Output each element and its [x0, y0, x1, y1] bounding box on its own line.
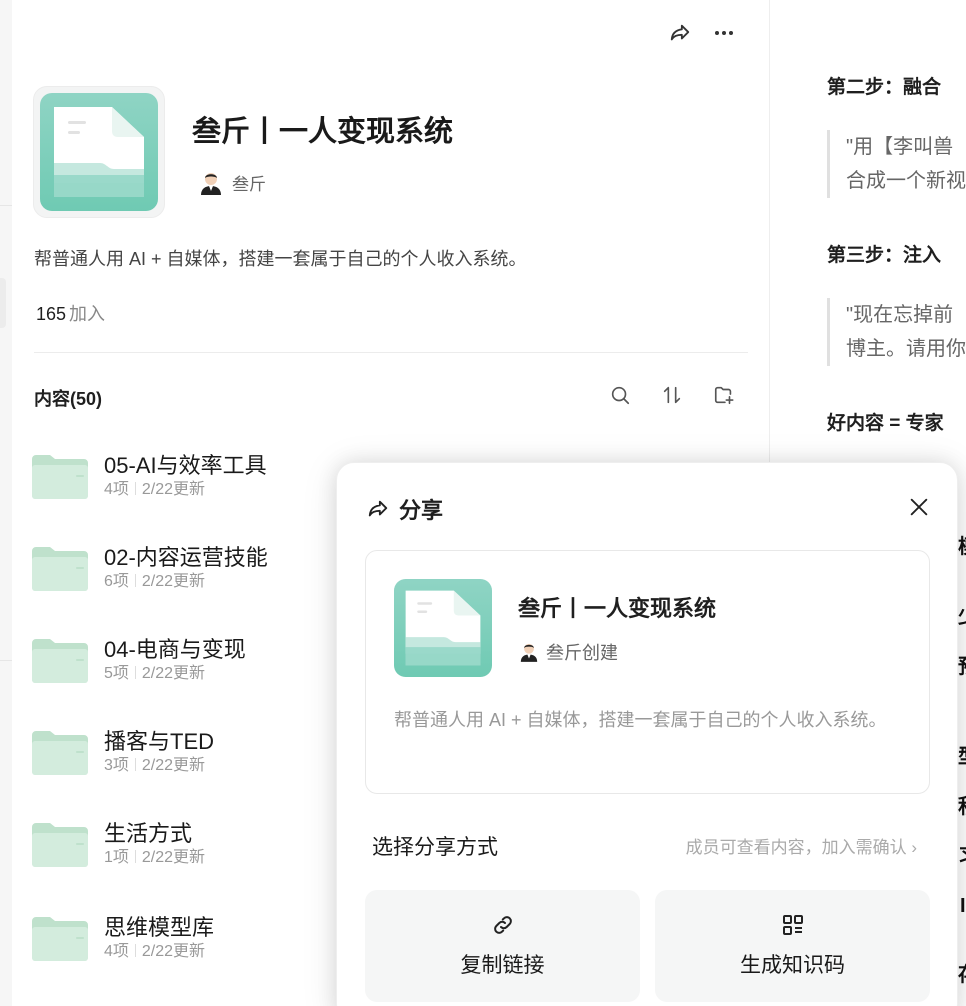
content-tools — [607, 382, 737, 408]
share-method-label: 选择分享方式 — [372, 836, 498, 859]
list-item[interactable]: 思维模型库 4项 2/22更新 — [32, 914, 214, 962]
article-text-fragment: 预 — [958, 650, 966, 679]
article-text-fragment: 模 — [958, 530, 966, 559]
article-text-fragment: 存 — [958, 958, 966, 987]
list-item[interactable]: 05-AI与效率工具 4项 2/22更新 — [32, 452, 267, 500]
generate-code-button[interactable]: 生成知识码 — [655, 890, 930, 1002]
folder-icon — [32, 731, 88, 775]
article-step-heading: 第三步：注入 — [827, 245, 942, 266]
article-step-heading: 第二步：融合 — [827, 77, 942, 98]
folder-icon — [32, 823, 88, 867]
share-icon[interactable] — [667, 20, 693, 46]
group-description: 帮普通人用 AI + 自媒体，搭建一套属于自己的个人收入系统。 — [34, 249, 527, 269]
qr-code-icon — [782, 915, 803, 935]
top-toolbar — [667, 20, 737, 46]
content-heading: 内容(50) — [34, 389, 103, 409]
share-dialog-header: 分享 — [367, 493, 443, 525]
folder-meta: 5项 2/22更新 — [104, 665, 206, 682]
article-text-fragment: I — [960, 895, 966, 917]
article-text-fragment: 习 — [958, 840, 966, 869]
folder-name: 05-AI与效率工具 — [104, 453, 267, 478]
folder-icon — [32, 639, 88, 683]
article-quote: "用【李叫兽 合成一个新视 — [827, 130, 966, 198]
group-title: 叁斤丨一人变现系统 — [192, 116, 454, 148]
folder-meta: 6项 2/22更新 — [104, 573, 206, 590]
sidebar-divider — [0, 205, 12, 206]
link-icon — [493, 916, 512, 934]
article-formula: 好内容 = 专家 — [827, 413, 944, 434]
close-icon[interactable] — [905, 493, 933, 521]
folder-icon — [32, 917, 88, 961]
list-item[interactable]: 播客与TED 3项 2/22更新 — [32, 728, 214, 776]
group-creator[interactable]: 叁斤 — [200, 170, 266, 195]
search-icon[interactable] — [607, 382, 633, 408]
creator-name: 叁斤 — [232, 175, 266, 194]
sidebar-divider — [0, 660, 12, 661]
folder-meta: 4项 2/22更新 — [104, 481, 206, 498]
member-count-label: 加入 — [69, 304, 106, 324]
folder-name: 02-内容运营技能 — [104, 545, 268, 570]
avatar — [201, 172, 221, 195]
share-dialog-title: 分享 — [399, 498, 444, 523]
folder-name: 生活方式 — [104, 821, 193, 846]
member-count-value: 165 — [36, 304, 67, 324]
list-item[interactable]: 04-电商与变现 5项 2/22更新 — [32, 636, 246, 684]
new-folder-icon[interactable] — [711, 382, 737, 408]
folder-meta: 4项 2/22更新 — [104, 943, 206, 960]
more-icon[interactable] — [711, 20, 737, 46]
article-text-fragment: 积 — [958, 790, 966, 819]
article-quote: "现在忘掉前 博主。请用你 — [827, 298, 966, 366]
share-card-description: 帮普通人用 AI + 自媒体，搭建一套属于自己的个人收入系统。 — [394, 710, 887, 730]
share-preview-card: 叁斤丨一人变现系统 叁斤创建 帮普通人用 AI + 自媒体，搭建一套属于自己的个… — [365, 550, 930, 794]
list-item[interactable]: 02-内容运营技能 6项 2/22更新 — [32, 544, 268, 592]
share-card-creator: 叁斤创建 — [520, 639, 618, 665]
folder-icon — [32, 547, 88, 591]
share-icon — [368, 500, 388, 517]
share-card-creator-name: 叁斤创建 — [546, 643, 618, 663]
folder-meta: 3项 2/22更新 — [104, 757, 206, 774]
avatar — [520, 643, 538, 662]
folder-icon — [32, 455, 88, 499]
share-card-cover — [394, 579, 492, 677]
share-card-title: 叁斤丨一人变现系统 — [518, 596, 717, 621]
section-divider — [34, 352, 748, 353]
share-dialog: 分享 叁斤丨一人变现系统 叁斤创建 帮普通人用 AI + 自媒体，搭建一套属于自… — [336, 462, 958, 1006]
copy-link-label: 复制链接 — [460, 954, 545, 977]
permission-setting-link[interactable]: 成员可查看内容，加入需确认 › — [686, 833, 917, 858]
folder-name: 播客与TED — [104, 729, 215, 754]
left-sidebar-strip — [0, 0, 12, 1006]
folder-name: 思维模型库 — [104, 915, 215, 940]
list-item[interactable]: 生活方式 1项 2/22更新 — [32, 820, 205, 868]
copy-link-button[interactable]: 复制链接 — [365, 890, 640, 1002]
folder-name: 04-电商与变现 — [104, 637, 246, 662]
generate-code-label: 生成知识码 — [740, 954, 845, 977]
sort-icon[interactable] — [659, 382, 685, 408]
member-count: 165 加入 — [36, 300, 105, 326]
article-text-fragment: 型 — [958, 740, 966, 769]
group-cover-image — [33, 86, 165, 218]
sidebar-active-tab[interactable] — [0, 278, 6, 328]
article-text-fragment: 少 — [958, 600, 966, 629]
folder-meta: 1项 2/22更新 — [104, 849, 206, 866]
